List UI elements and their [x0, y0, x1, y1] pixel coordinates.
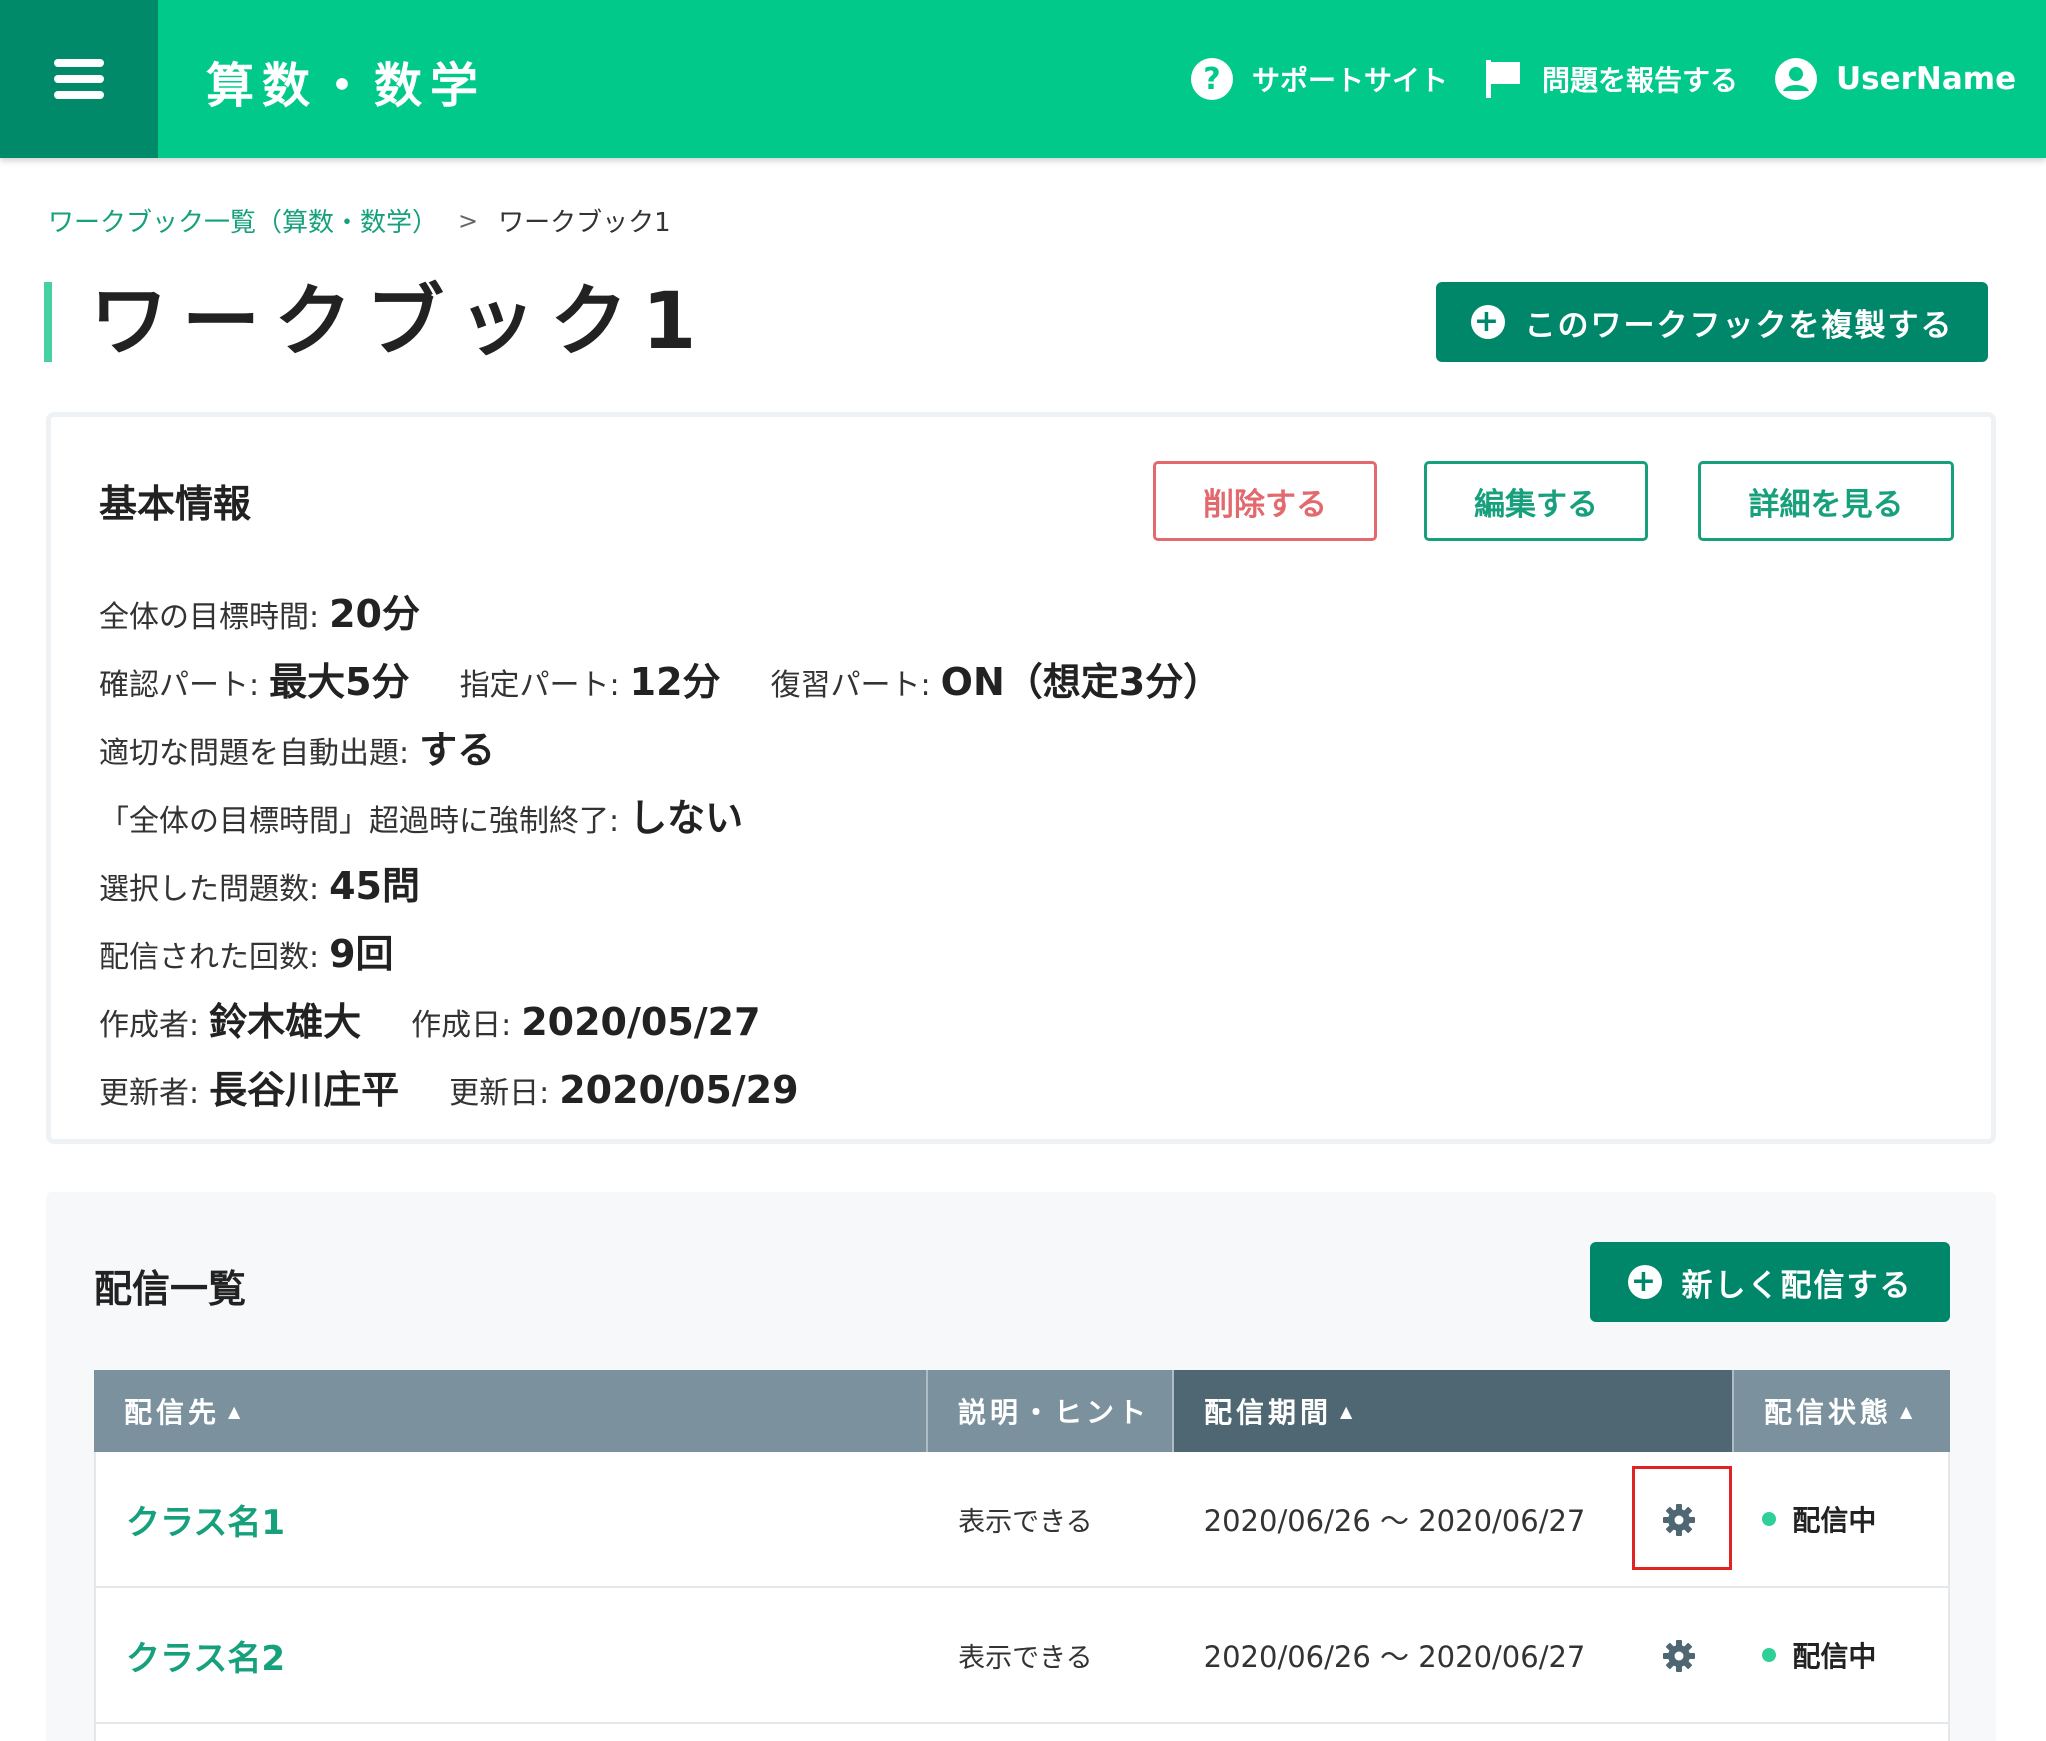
hamburger-icon	[54, 59, 104, 99]
breadcrumb-separator: >	[458, 206, 479, 235]
class-name-link[interactable]: クラス名2	[126, 1631, 285, 1680]
title-accent-bar	[44, 282, 52, 362]
report-problem-label: 問題を報告する	[1542, 64, 1739, 97]
breadcrumb-current: ワークブック1	[498, 208, 671, 238]
new-delivery-button[interactable]: + 新しく配信する	[1590, 1242, 1950, 1322]
force-end-row: 「全体の目標時間」超過時に強制終了: しない	[99, 787, 743, 842]
status-dot-icon	[1762, 1512, 1777, 1526]
column-header-destination[interactable]: 配信先 ▲	[94, 1370, 928, 1452]
target-time-label: 全体の目標時間:	[99, 600, 320, 635]
target-time-value: 20分	[329, 592, 420, 636]
view-detail-button[interactable]: 詳細を見る	[1698, 461, 1954, 541]
delivery-heading: 配信一覧	[94, 1267, 247, 1311]
table-row: クラス名2 表示できる 2020/06/26 〜 2020/06/27 配信中	[94, 1588, 1950, 1724]
svg-text:?: ?	[1203, 62, 1220, 97]
column-header-period[interactable]: 配信期間 ▲	[1174, 1370, 1734, 1452]
hint-cell: 表示できる	[958, 1642, 1093, 1674]
created-date-value: 2020/05/27	[521, 1000, 761, 1044]
duplicate-workbook-button[interactable]: + このワークフックを複製する	[1436, 282, 1988, 362]
auto-question-row: 適切な問題を自動出題: する	[99, 719, 495, 774]
caret-up-icon: ▲	[228, 1401, 245, 1421]
plus-circle-icon: +	[1627, 1265, 1662, 1299]
review-part-label: 復習パート:	[770, 668, 931, 703]
table-header: 配信先 ▲ 説明・ヒント 配信期間 ▲ 配信状態 ▲	[94, 1370, 1950, 1452]
page-title: ワークブック1	[90, 277, 711, 367]
force-end-value: しない	[629, 796, 744, 840]
app-header: 算数・数学 ? サポートサイト 問題を報告する UserName	[0, 0, 2046, 158]
period-cell: 2020/06/26 〜 2020/06/27	[1203, 1640, 1586, 1674]
updater-label: 更新者:	[99, 1076, 200, 1111]
updated-date-value: 2020/05/29	[559, 1068, 799, 1112]
part-times-row: 確認パート: 最大5分 指定パート: 12分 復習パート: ON（想定3分）	[99, 651, 1221, 706]
delivery-table: 配信先 ▲ 説明・ヒント 配信期間 ▲ 配信状態 ▲ クラス名1 表示できる 2…	[94, 1370, 1950, 1741]
creator-label: 作成者:	[99, 1008, 200, 1043]
review-part-value: ON（想定3分）	[940, 660, 1222, 704]
auto-question-label: 適切な問題を自動出題:	[99, 736, 410, 771]
delivered-count-row: 配信された回数: 9回	[99, 923, 394, 978]
breadcrumb: ワークブック一覧（算数・数学） > ワークブック1	[48, 202, 671, 239]
confirm-part-label: 確認パート:	[99, 668, 260, 703]
assigned-part-value: 12分	[629, 660, 721, 704]
status-dot-icon	[1762, 1648, 1777, 1662]
user-menu[interactable]: UserName	[1774, 54, 2016, 104]
caret-up-icon: ▲	[1900, 1401, 1917, 1421]
flag-icon	[1486, 60, 1520, 98]
creator-value: 鈴木雄大	[209, 1000, 362, 1044]
question-circle-icon: ?	[1191, 58, 1233, 100]
user-name: UserName	[1836, 61, 2017, 97]
class-name-link[interactable]: クラス名1	[126, 1495, 285, 1544]
support-site-link[interactable]: ? サポートサイト	[1190, 54, 1448, 104]
delete-button[interactable]: 削除する	[1153, 461, 1377, 541]
status-cell: 配信中	[1762, 1499, 1876, 1539]
hint-cell: 表示できる	[958, 1506, 1093, 1538]
plus-circle-icon: +	[1470, 305, 1505, 339]
selected-count-row: 選択した問題数: 45問	[99, 855, 420, 910]
menu-button[interactable]	[0, 0, 158, 158]
support-site-label: サポートサイト	[1252, 64, 1449, 97]
delivery-section: 配信一覧 + 新しく配信する 配信先 ▲ 説明・ヒント 配信期間 ▲ 配信状態 …	[46, 1192, 1996, 1741]
selected-count-value: 45問	[329, 864, 420, 908]
caret-up-icon: ▲	[1340, 1401, 1357, 1421]
duplicate-workbook-label: このワークフックを複製する	[1524, 307, 1954, 344]
gear-icon[interactable]	[1658, 1635, 1700, 1677]
table-row	[94, 1724, 1950, 1741]
highlight-box	[1632, 1466, 1732, 1570]
assigned-part-label: 指定パート:	[459, 668, 620, 703]
updated-date-label: 更新日:	[449, 1076, 550, 1111]
target-time-row: 全体の目標時間: 20分	[99, 583, 420, 638]
breadcrumb-workbook-list[interactable]: ワークブック一覧（算数・数学）	[48, 202, 438, 239]
creator-row: 作成者: 鈴木雄大 作成日: 2020/05/27	[99, 991, 761, 1046]
status-cell: 配信中	[1762, 1635, 1876, 1675]
auto-question-value: する	[419, 728, 496, 772]
basic-info-card: 基本情報 削除する 編集する 詳細を見る 全体の目標時間: 20分 確認パート:…	[46, 412, 1996, 1144]
report-problem-link[interactable]: 問題を報告する	[1484, 54, 1738, 104]
table-row: クラス名1 表示できる 2020/06/26 〜 2020/06/27 配信中	[94, 1452, 1950, 1588]
created-date-label: 作成日:	[411, 1008, 512, 1043]
edit-button[interactable]: 編集する	[1424, 461, 1648, 541]
confirm-part-value: 最大5分	[269, 660, 410, 704]
app-title: 算数・数学	[206, 58, 487, 114]
force-end-label: 「全体の目標時間」超過時に強制終了:	[99, 804, 620, 839]
updater-row: 更新者: 長谷川庄平 更新日: 2020/05/29	[99, 1059, 799, 1114]
column-header-hint: 説明・ヒント	[928, 1370, 1174, 1452]
user-circle-icon	[1775, 58, 1817, 100]
new-delivery-label: 新しく配信する	[1681, 1267, 1913, 1304]
delivered-count-label: 配信された回数:	[99, 940, 320, 975]
basic-info-heading: 基本情報	[99, 482, 252, 526]
updater-value: 長谷川庄平	[209, 1068, 400, 1112]
delivered-count-value: 9回	[329, 932, 394, 976]
selected-count-label: 選択した問題数:	[99, 872, 320, 907]
column-header-status[interactable]: 配信状態 ▲	[1734, 1370, 1950, 1452]
period-cell: 2020/06/26 〜 2020/06/27	[1203, 1504, 1586, 1538]
